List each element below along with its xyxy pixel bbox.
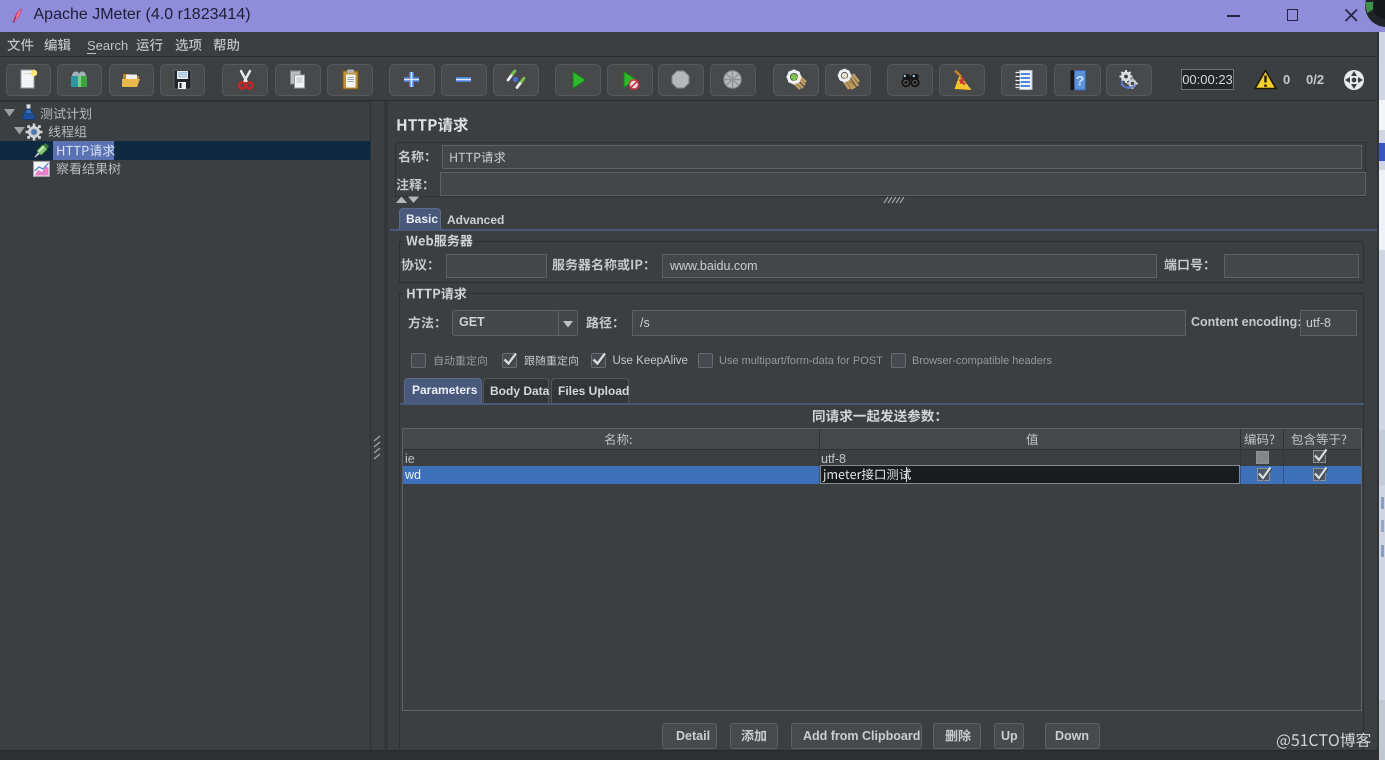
svg-text:?: ? [1075, 73, 1084, 89]
